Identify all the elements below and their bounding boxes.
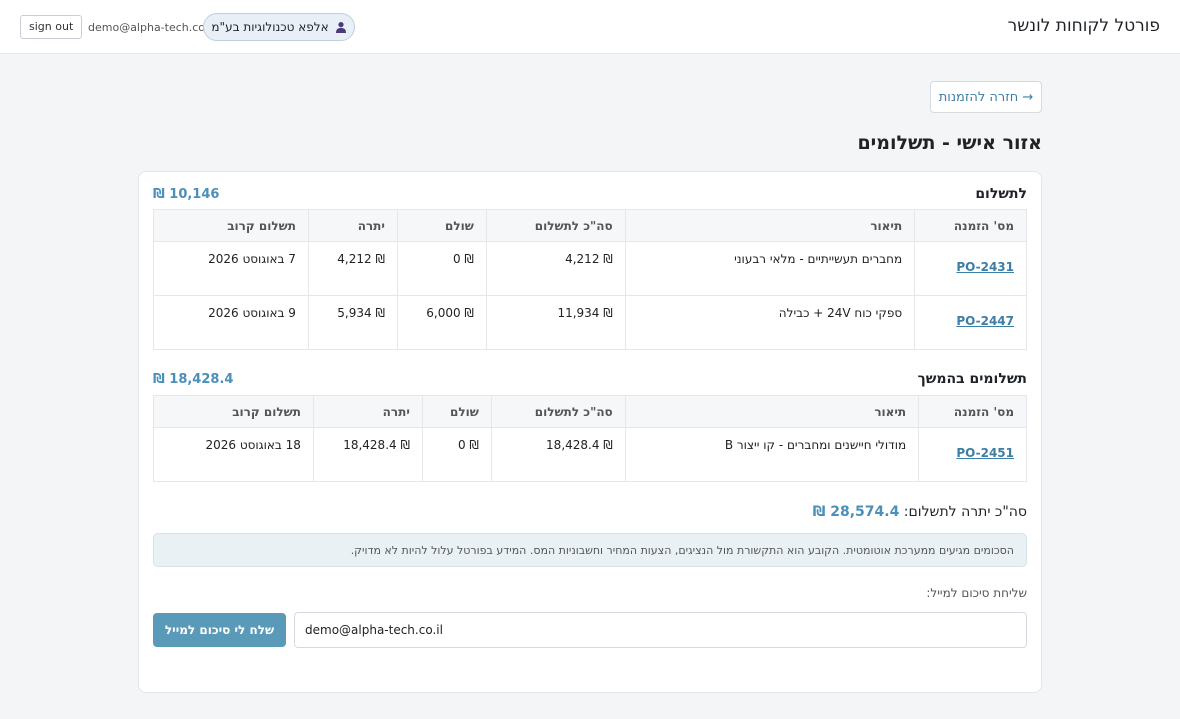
sign-out-button[interactable]: sign out [20, 15, 83, 39]
user-email: demo@alpha-tech.co.il [88, 21, 215, 34]
desc-cell: ספקי כוח 24V + כבילה [624, 295, 916, 350]
top-bar: פורטל לקוחות לונשר sign out demo@alpha-t… [0, 0, 1180, 54]
balance-cell: ₪ 4,212 [307, 241, 398, 296]
upcoming-payments-table: מס' הזמנה תיאור סה"כ לתשלום שולם יתרה תש… [153, 395, 1027, 482]
table-row: PO-2447 ספקי כוח 24V + כבילה ₪ 11,934 ₪ … [153, 295, 1027, 350]
send-summary-button[interactable]: שלח לי סיכום למייל [153, 613, 286, 647]
col-header-paid: שולם [396, 209, 487, 242]
balance-cell: ₪ 5,934 [307, 295, 398, 350]
po-link[interactable]: PO-2447 [956, 314, 1014, 328]
upcoming-section-title: תשלומים בהמשך [917, 371, 1027, 387]
col-header-desc: תיאור [624, 395, 920, 428]
total-balance-amount: ₪ 28,574.4 [812, 504, 900, 520]
col-header-po: מס' הזמנה [918, 395, 1027, 428]
col-header-total: סה"כ לתשלום [485, 209, 626, 242]
table-row: PO-2431 מחברים תעשייתיים - מלאי רבעוני ₪… [153, 241, 1027, 296]
due-payments-table: מס' הזמנה תיאור סה"כ לתשלום שולם יתרה תש… [153, 209, 1027, 350]
col-header-next: תשלום קרוב [153, 209, 309, 242]
desc-cell: מודולי חיישנים ומחברים - קו ייצור B [624, 427, 920, 482]
table-header-row: מס' הזמנה תיאור סה"כ לתשלום שולם יתרה תש… [153, 395, 1027, 428]
upcoming-section-amount: ₪ 18,428.4 [153, 372, 234, 387]
paid-cell: ₪ 0 [396, 241, 487, 296]
payments-card: לתשלום ₪ 10,146 מס' הזמנה תיאור סה"כ לתש… [138, 171, 1042, 693]
due-section-amount: ₪ 10,146 [153, 187, 220, 202]
user-icon [335, 22, 346, 33]
total-cell: ₪ 4,212 [485, 241, 626, 296]
company-selector[interactable]: אלפא טכנולוגיות בע"מ [203, 13, 355, 41]
upcoming-section-header: תשלומים בהמשך ₪ 18,428.4 [153, 371, 1027, 391]
next-payment-cell: 7 באוגוסט 2026 [153, 241, 309, 296]
total-balance-label: סה"כ יתרה לתשלום: [903, 504, 1027, 520]
disclaimer-notice: הסכומים מגיעים ממערכת אוטומטית. הקובע הו… [153, 533, 1027, 567]
po-cell: PO-2447 [914, 295, 1027, 350]
table-header-row: מס' הזמנה תיאור סה"כ לתשלום שולם יתרה תש… [153, 209, 1027, 242]
col-header-paid: שולם [421, 395, 492, 428]
page-title: אזור אישי - תשלומים [857, 132, 1042, 154]
due-section-title: לתשלום [975, 186, 1027, 202]
portal-title: פורטל לקוחות לונשר [1007, 16, 1160, 36]
table-row: PO-2451 מודולי חיישנים ומחברים - קו ייצו… [153, 427, 1027, 482]
col-header-total: סה"כ לתשלום [490, 395, 626, 428]
col-header-balance: יתרה [307, 209, 398, 242]
col-header-po: מס' הזמנה [914, 209, 1027, 242]
total-cell: ₪ 18,428.4 [490, 427, 626, 482]
next-payment-cell: 9 באוגוסט 2026 [153, 295, 309, 350]
total-cell: ₪ 11,934 [485, 295, 626, 350]
po-cell: PO-2431 [914, 241, 1027, 296]
po-cell: PO-2451 [918, 427, 1027, 482]
next-payment-cell: 18 באוגוסט 2026 [153, 427, 314, 482]
balance-cell: ₪ 18,428.4 [312, 427, 423, 482]
due-section-header: לתשלום ₪ 10,146 [153, 186, 1027, 206]
email-summary-label: שליחת סיכום למייל: [926, 586, 1027, 600]
desc-cell: מחברים תעשייתיים - מלאי רבעוני [624, 241, 916, 296]
col-header-desc: תיאור [624, 209, 916, 242]
col-header-balance: יתרה [312, 395, 423, 428]
po-link[interactable]: PO-2431 [956, 260, 1014, 274]
paid-cell: ₪ 0 [421, 427, 492, 482]
col-header-next: תשלום קרוב [153, 395, 314, 428]
paid-cell: ₪ 6,000 [396, 295, 487, 350]
po-link[interactable]: PO-2451 [956, 446, 1014, 460]
back-to-orders-button[interactable]: → חזרה להזמנות [930, 81, 1042, 113]
company-name: אלפא טכנולוגיות בע"מ [211, 20, 329, 34]
email-field[interactable] [294, 612, 1027, 648]
total-balance: סה"כ יתרה לתשלום: ₪ 28,574.4 [813, 504, 1027, 520]
